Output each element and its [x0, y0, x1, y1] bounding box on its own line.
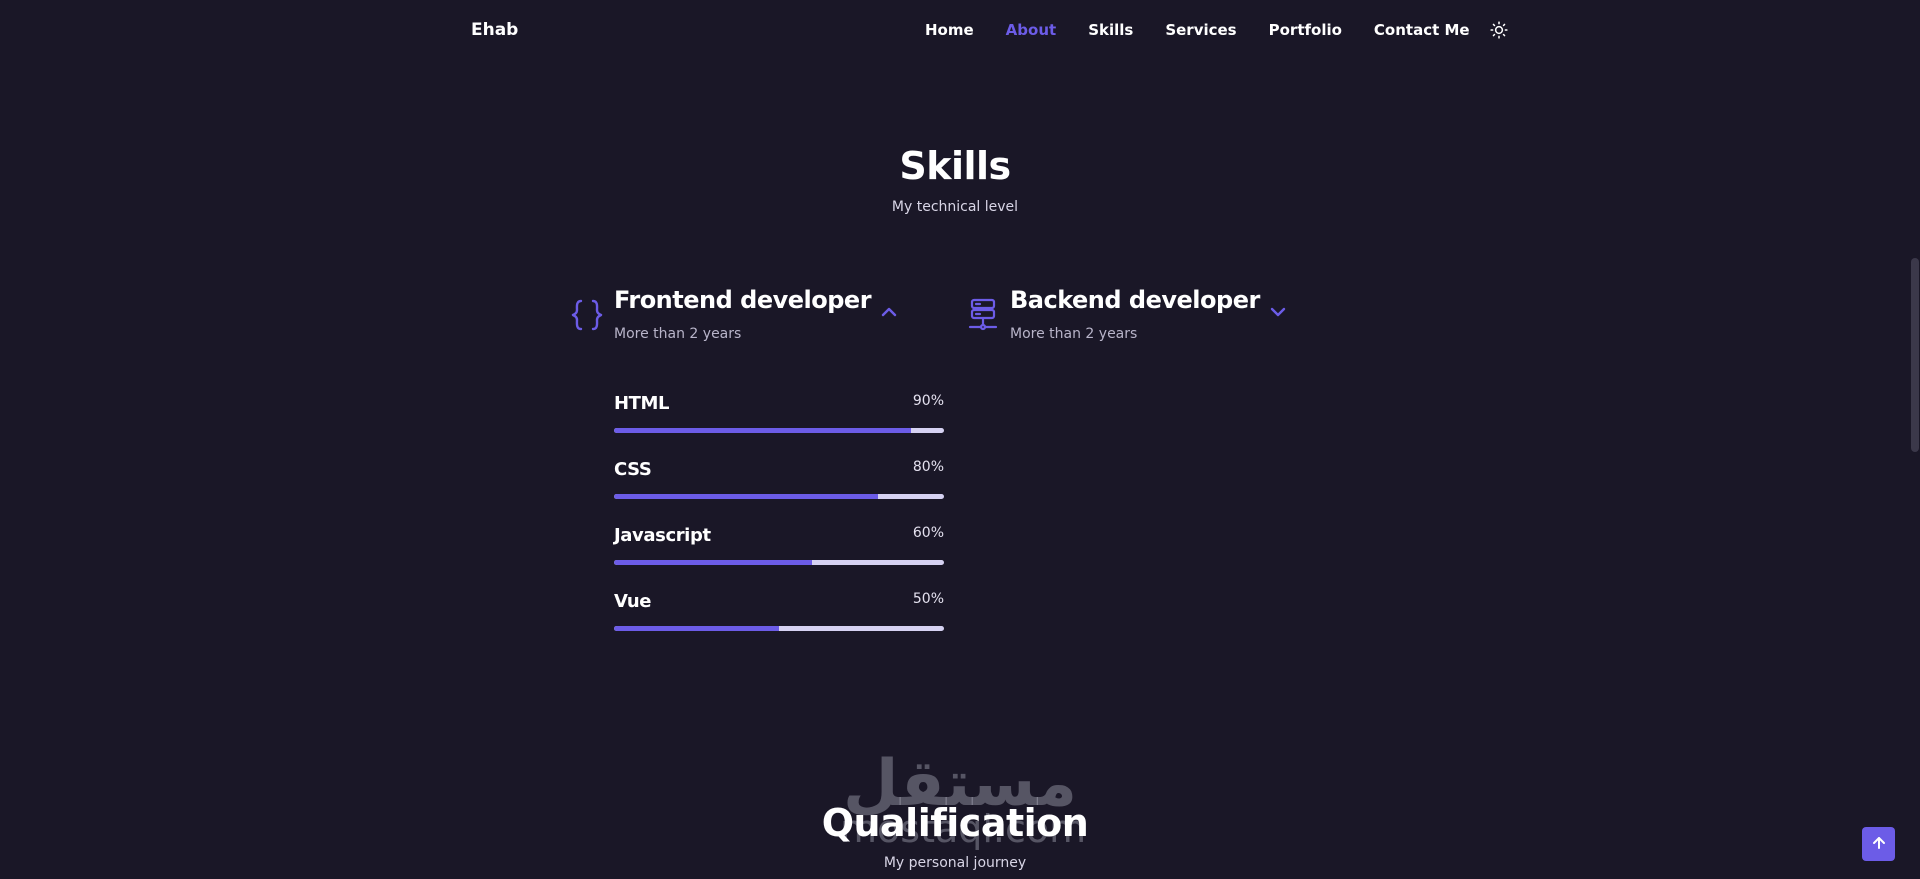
skill-percent: 50% [912, 591, 944, 607]
skills-group-title: Frontend developer [614, 286, 872, 314]
logo[interactable]: Ehab [471, 20, 518, 40]
scrollbar-thumb[interactable] [1911, 258, 1919, 452]
skills-group-years: More than 2 years [614, 326, 742, 342]
skill-bar-fill [614, 626, 779, 631]
server-icon [966, 298, 1000, 332]
qualification-subtitle: My personal journey [883, 855, 1027, 871]
skill-name: Javascript [614, 525, 711, 546]
skill-bar-track [614, 560, 944, 565]
skill-bar-track [614, 428, 944, 433]
skill-percent: 60% [912, 525, 944, 541]
scroll-up-button[interactable] [1862, 827, 1895, 861]
skill-bar-fill [614, 428, 911, 433]
skill-item: CSS 80% [614, 459, 944, 525]
nav-link-services[interactable]: Services [1165, 21, 1236, 39]
skill-name: CSS [614, 459, 652, 480]
skills-group-years: More than 2 years [1010, 326, 1138, 342]
nav-link-about[interactable]: About [1006, 21, 1057, 39]
skill-item: Vue 50% [614, 591, 944, 657]
skill-bar-fill [614, 560, 812, 565]
skill-name: Vue [614, 591, 652, 612]
chevron-down-icon[interactable] [1268, 302, 1288, 322]
nav-link-contact[interactable]: Contact Me [1374, 21, 1470, 39]
page: Ehab Home About Skills Services Portfoli… [0, 0, 1920, 879]
sun-icon[interactable] [1489, 20, 1509, 40]
skill-bar-track [614, 626, 944, 631]
main-nav: Home About Skills Services Portfolio Con… [925, 20, 1509, 40]
code-braces-icon [570, 298, 604, 332]
qualification-title: Qualification [821, 801, 1089, 845]
skill-bar-track [614, 494, 944, 499]
page-scrollbar[interactable] [1910, 0, 1920, 879]
skill-bar-fill [614, 494, 878, 499]
skill-item: HTML 90% [614, 393, 944, 459]
skill-name: HTML [614, 393, 670, 414]
nav-link-home[interactable]: Home [925, 21, 974, 39]
skills-group-frontend[interactable]: Frontend developer More than 2 years [570, 286, 899, 342]
skill-percent: 90% [912, 393, 944, 409]
skill-item: Javascript 60% [614, 525, 944, 591]
chevron-up-icon[interactable] [879, 302, 899, 322]
skills-title: Skills [899, 144, 1011, 188]
frontend-skills-list: HTML 90% CSS 80% Javascript 60% Vue 50% [614, 393, 944, 657]
nav-link-portfolio[interactable]: Portfolio [1269, 21, 1342, 39]
nav-link-skills[interactable]: Skills [1088, 21, 1133, 39]
skills-subtitle: My technical level [891, 199, 1019, 215]
skills-group-backend[interactable]: Backend developer More than 2 years [966, 286, 1288, 342]
skills-group-title: Backend developer [1010, 286, 1260, 314]
skill-percent: 80% [912, 459, 944, 475]
arrow-up-icon [1872, 835, 1886, 854]
